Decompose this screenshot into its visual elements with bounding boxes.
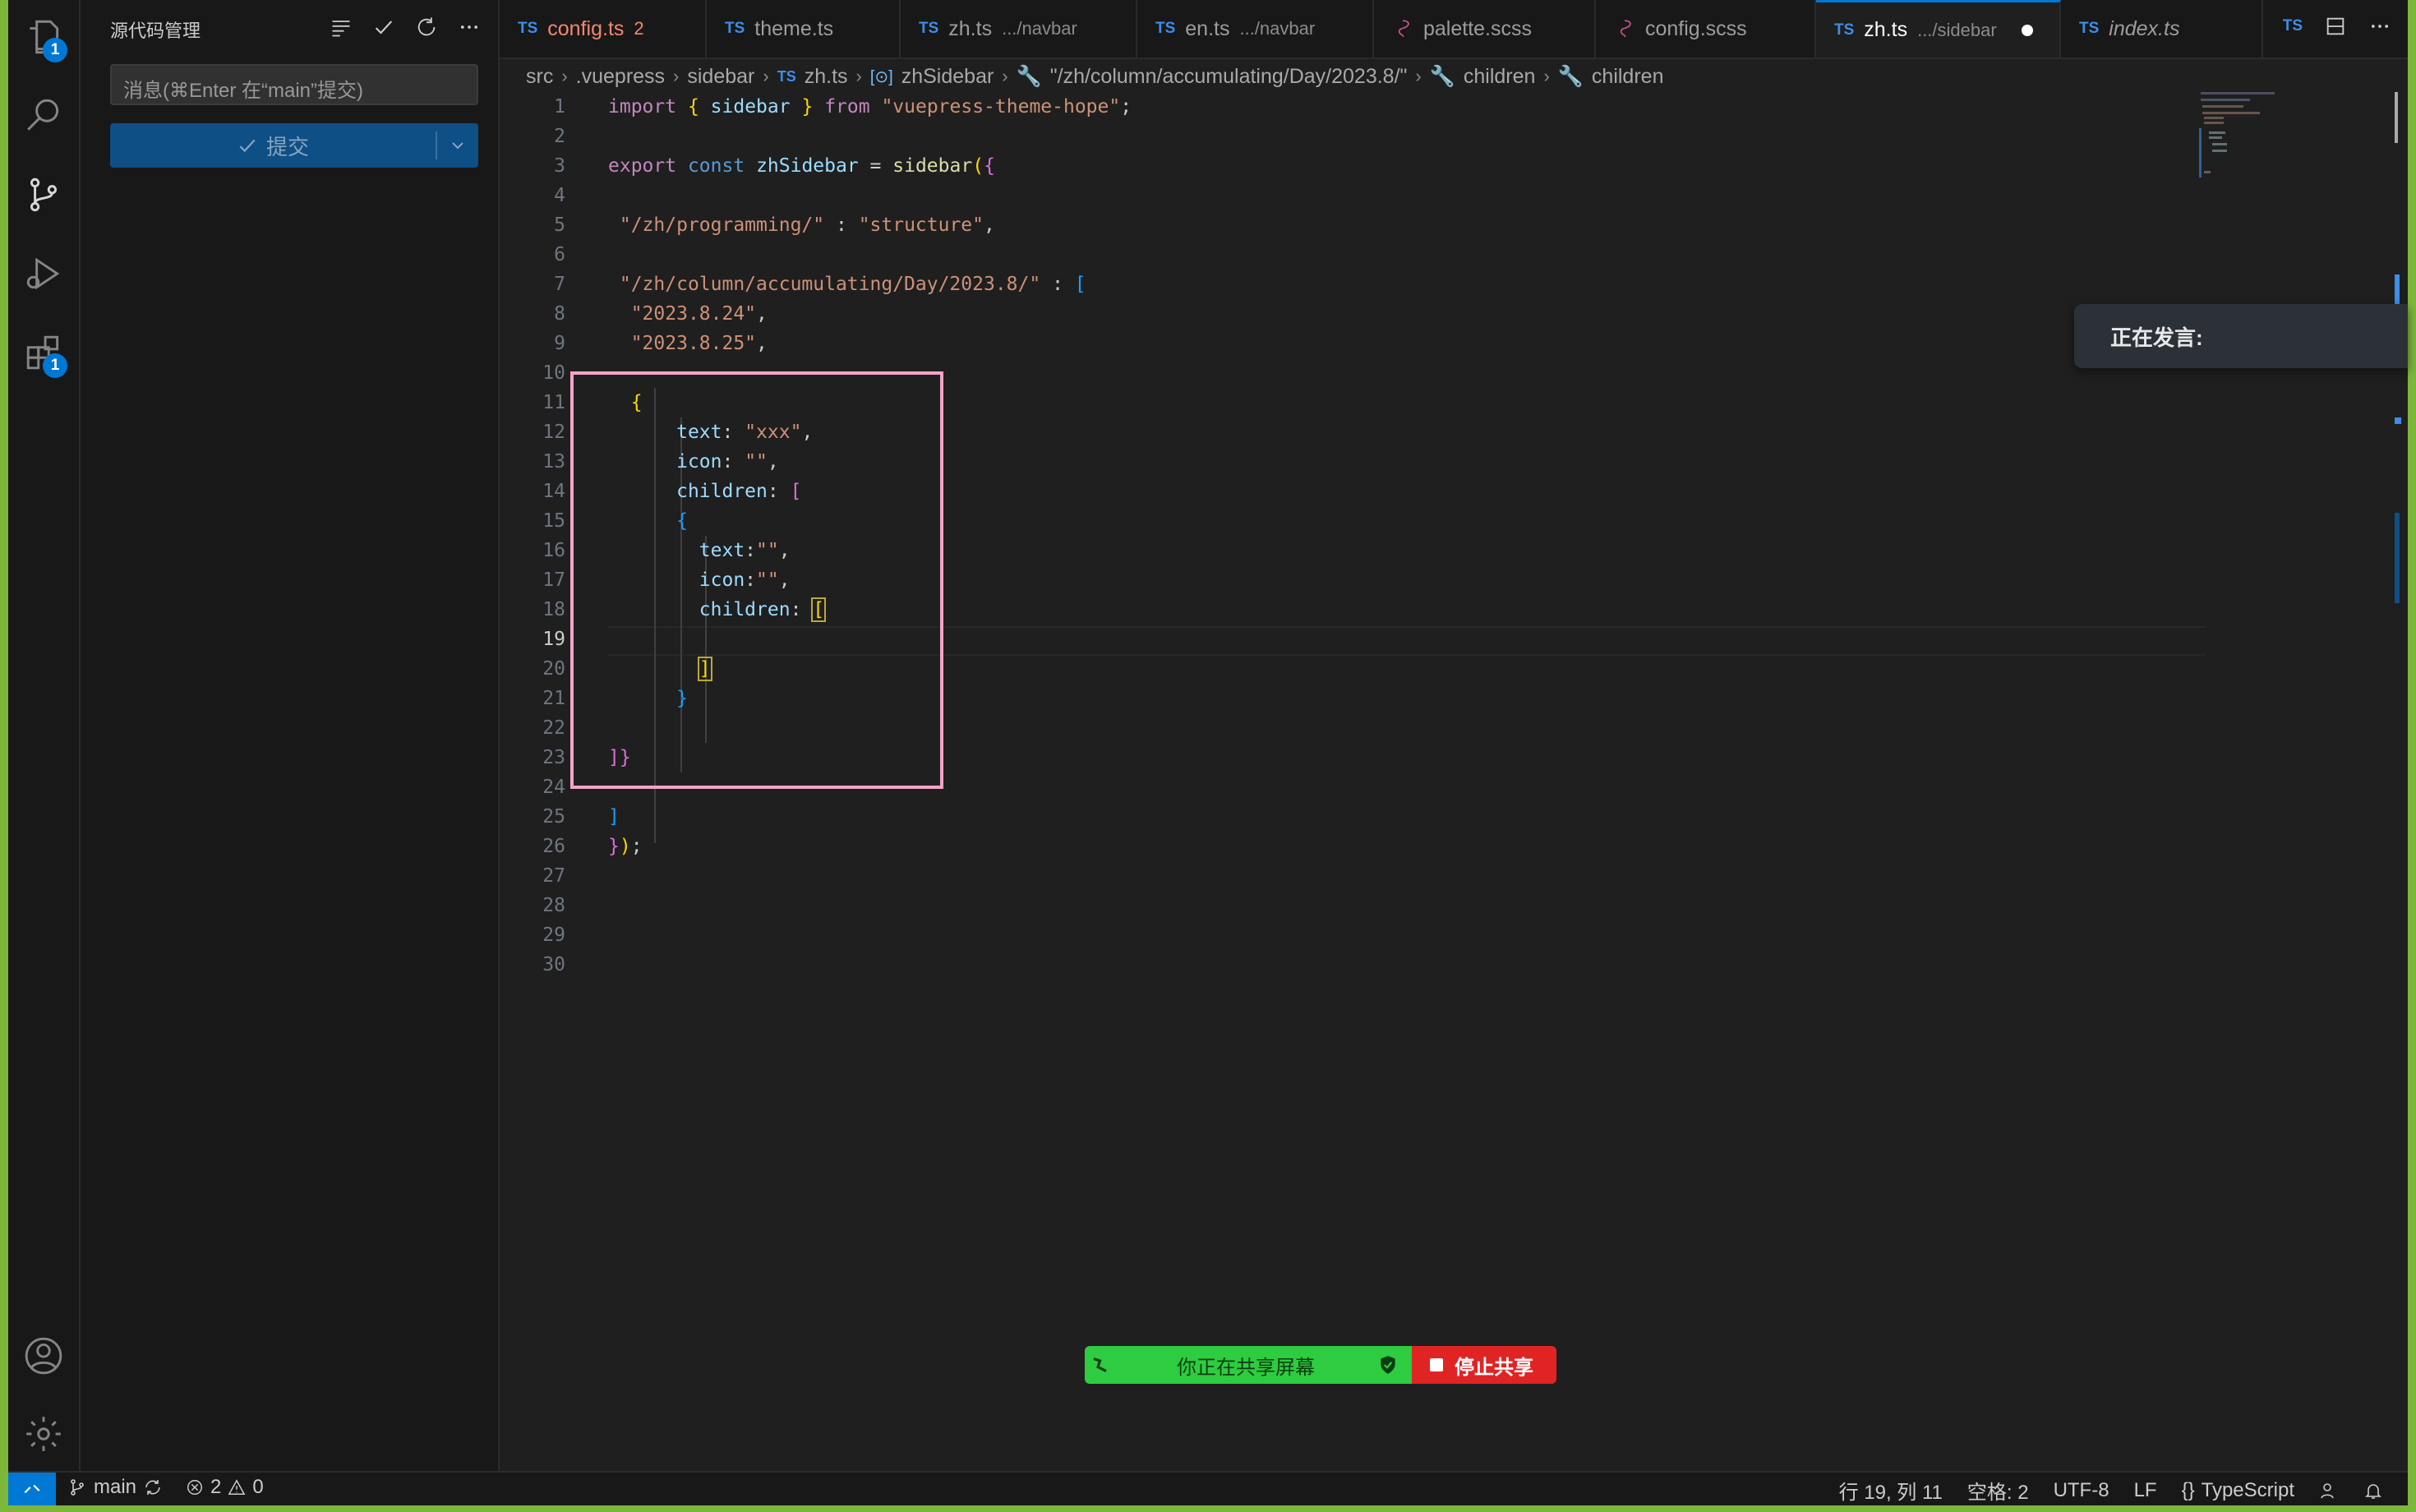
line-number: 6 (554, 244, 565, 265)
annotation-highlight-box (570, 371, 943, 789)
more-actions-icon[interactable] (457, 15, 482, 39)
share-status-text: 你正在共享屏幕 (1177, 1356, 1315, 1379)
notifications-bell-icon[interactable] (2363, 1481, 2383, 1500)
breadcrumb-symbol[interactable]: zhSidebar (901, 65, 994, 89)
error-icon (187, 1480, 203, 1495)
line-number: 4 (554, 185, 565, 206)
editor-tabs: TS config.ts 2 TS theme.ts TS zh.ts .../navba… (500, 0, 2408, 59)
line-number: 2 (554, 126, 565, 147)
line-number: 30 (542, 954, 565, 975)
end-of-line[interactable]: LF (2134, 1479, 2157, 1502)
line-number-row: 28 (500, 891, 2192, 920)
line-number-row: 29 (500, 920, 2192, 950)
sass-icon (1398, 20, 1409, 38)
sass-icon (1620, 20, 1631, 38)
panel-title: 源代码管理 (110, 21, 201, 41)
wrench-icon: 🔧 (1429, 64, 1455, 88)
sync-icon[interactable] (143, 1477, 163, 1497)
breadcrumb-sidebar[interactable]: sidebar (687, 65, 754, 89)
line-number-row: 30 (500, 950, 2192, 980)
breadcrumb: src › .vuepress › sidebar › TS zh.ts › [⊙] zhS… (526, 64, 1664, 89)
breadcrumb-vuepress[interactable]: .vuepress (576, 65, 665, 89)
status-bar: main 2 0 行 19, 列 11 空格: 2 UTF-8 LF {} Ty… (8, 1471, 2408, 1505)
encoding[interactable]: UTF-8 (2054, 1479, 2109, 1502)
minimap[interactable] (2199, 92, 2281, 191)
breadcrumb-children[interactable]: children (1464, 65, 1536, 89)
breadcrumb-src[interactable]: src (526, 65, 553, 89)
source-control-panel: 源代码管理 消息(⌘Enter 在“main”提交) 提交 (81, 0, 500, 1471)
shield-check-icon (1381, 1356, 1395, 1374)
refresh-icon[interactable] (414, 15, 439, 39)
commit-message-input[interactable]: 消息(⌘Enter 在“main”提交) (110, 64, 478, 105)
ts-overflow-tab[interactable]: TS (2283, 17, 2303, 35)
explorer-badge: 1 (43, 38, 67, 62)
tab-config-scss[interactable]: config.scss (1596, 0, 1816, 58)
wrench-icon: 🔧 (1016, 64, 1042, 88)
split-editor-icon[interactable] (2324, 15, 2347, 38)
branch-indicator[interactable]: main (67, 1476, 163, 1499)
extensions-badge: 1 (43, 353, 67, 378)
explorer-icon[interactable]: 1 (23, 16, 67, 62)
tab-index-ts[interactable]: TS index.ts (2061, 0, 2263, 58)
line-number-row: 6 (500, 240, 2192, 270)
tab-palette-scss[interactable]: palette.scss (1374, 0, 1596, 58)
activity-bar: 1 1 (8, 0, 81, 1471)
git-branch-icon (71, 1479, 84, 1496)
line-number: 10 (542, 362, 565, 384)
settings-gear-icon[interactable] (23, 1413, 64, 1454)
line-number: 29 (542, 924, 565, 946)
tab-en-ts-navbar[interactable]: TS en.ts .../navbar (1137, 0, 1374, 58)
tab-zh-ts-navbar[interactable]: TS zh.ts .../navbar (901, 0, 1137, 58)
remote-indicator-icon[interactable] (8, 1473, 56, 1505)
line-number: 24 (542, 777, 565, 798)
view-as-tree-icon[interactable] (329, 15, 353, 39)
commit-button[interactable]: 提交 (110, 123, 478, 168)
problems-indicator[interactable]: 2 0 (186, 1476, 264, 1499)
speaking-indicator: 正在发言: (2074, 304, 2408, 368)
commit-check-icon[interactable] (371, 15, 396, 39)
tab-theme-ts[interactable]: TS theme.ts (707, 0, 901, 58)
breadcrumb-children-2[interactable]: children (1592, 65, 1664, 89)
stop-icon (1430, 1358, 1443, 1371)
feedback-person-icon[interactable] (2319, 1481, 2339, 1500)
unsaved-dot-icon[interactable] (2021, 24, 2033, 36)
stop-sharing-button[interactable]: 停止共享 (1412, 1346, 1556, 1384)
commit-dropdown-chevron-icon[interactable] (437, 136, 478, 155)
account-icon[interactable] (23, 1335, 64, 1376)
tab-config-ts[interactable]: TS config.ts 2 (500, 0, 707, 58)
cursor-position[interactable]: 行 19, 列 11 (1839, 1476, 1943, 1505)
line-number-row: 4 (500, 181, 2192, 210)
line-number-row: 2 (500, 122, 2192, 151)
variable-icon: [⊙] (869, 67, 893, 86)
run-debug-icon[interactable] (23, 253, 64, 294)
warning-icon (228, 1479, 246, 1495)
wrench-icon: 🔧 (1557, 64, 1584, 88)
breadcrumb-key[interactable]: "/zh/column/accumulating/Day/2023.8/" (1050, 65, 1408, 89)
more-actions-icon[interactable] (2368, 15, 2391, 38)
share-logo-icon (1093, 1358, 1107, 1372)
tab-zh-ts-sidebar[interactable]: TS zh.ts .../sidebar (1816, 0, 2061, 58)
extensions-icon[interactable]: 1 (23, 332, 67, 378)
check-icon (239, 139, 256, 153)
line-number: 27 (542, 865, 565, 887)
language-mode[interactable]: {} TypeScript (2182, 1479, 2294, 1502)
line-number: 22 (542, 717, 565, 739)
commit-button-label: 提交 (265, 134, 309, 159)
braces-icon: {} (2181, 1478, 2195, 1501)
line-number: 28 (542, 895, 565, 916)
breadcrumb-file[interactable]: zh.ts (805, 65, 848, 89)
source-control-icon[interactable] (23, 174, 64, 215)
line-number-row: 27 (500, 861, 2192, 891)
screen-share-bar: 你正在共享屏幕 停止共享 (1085, 1346, 1556, 1384)
search-icon[interactable] (23, 95, 64, 136)
line-number: 19 (542, 629, 565, 650)
indentation[interactable]: 空格: 2 (1967, 1476, 2029, 1505)
